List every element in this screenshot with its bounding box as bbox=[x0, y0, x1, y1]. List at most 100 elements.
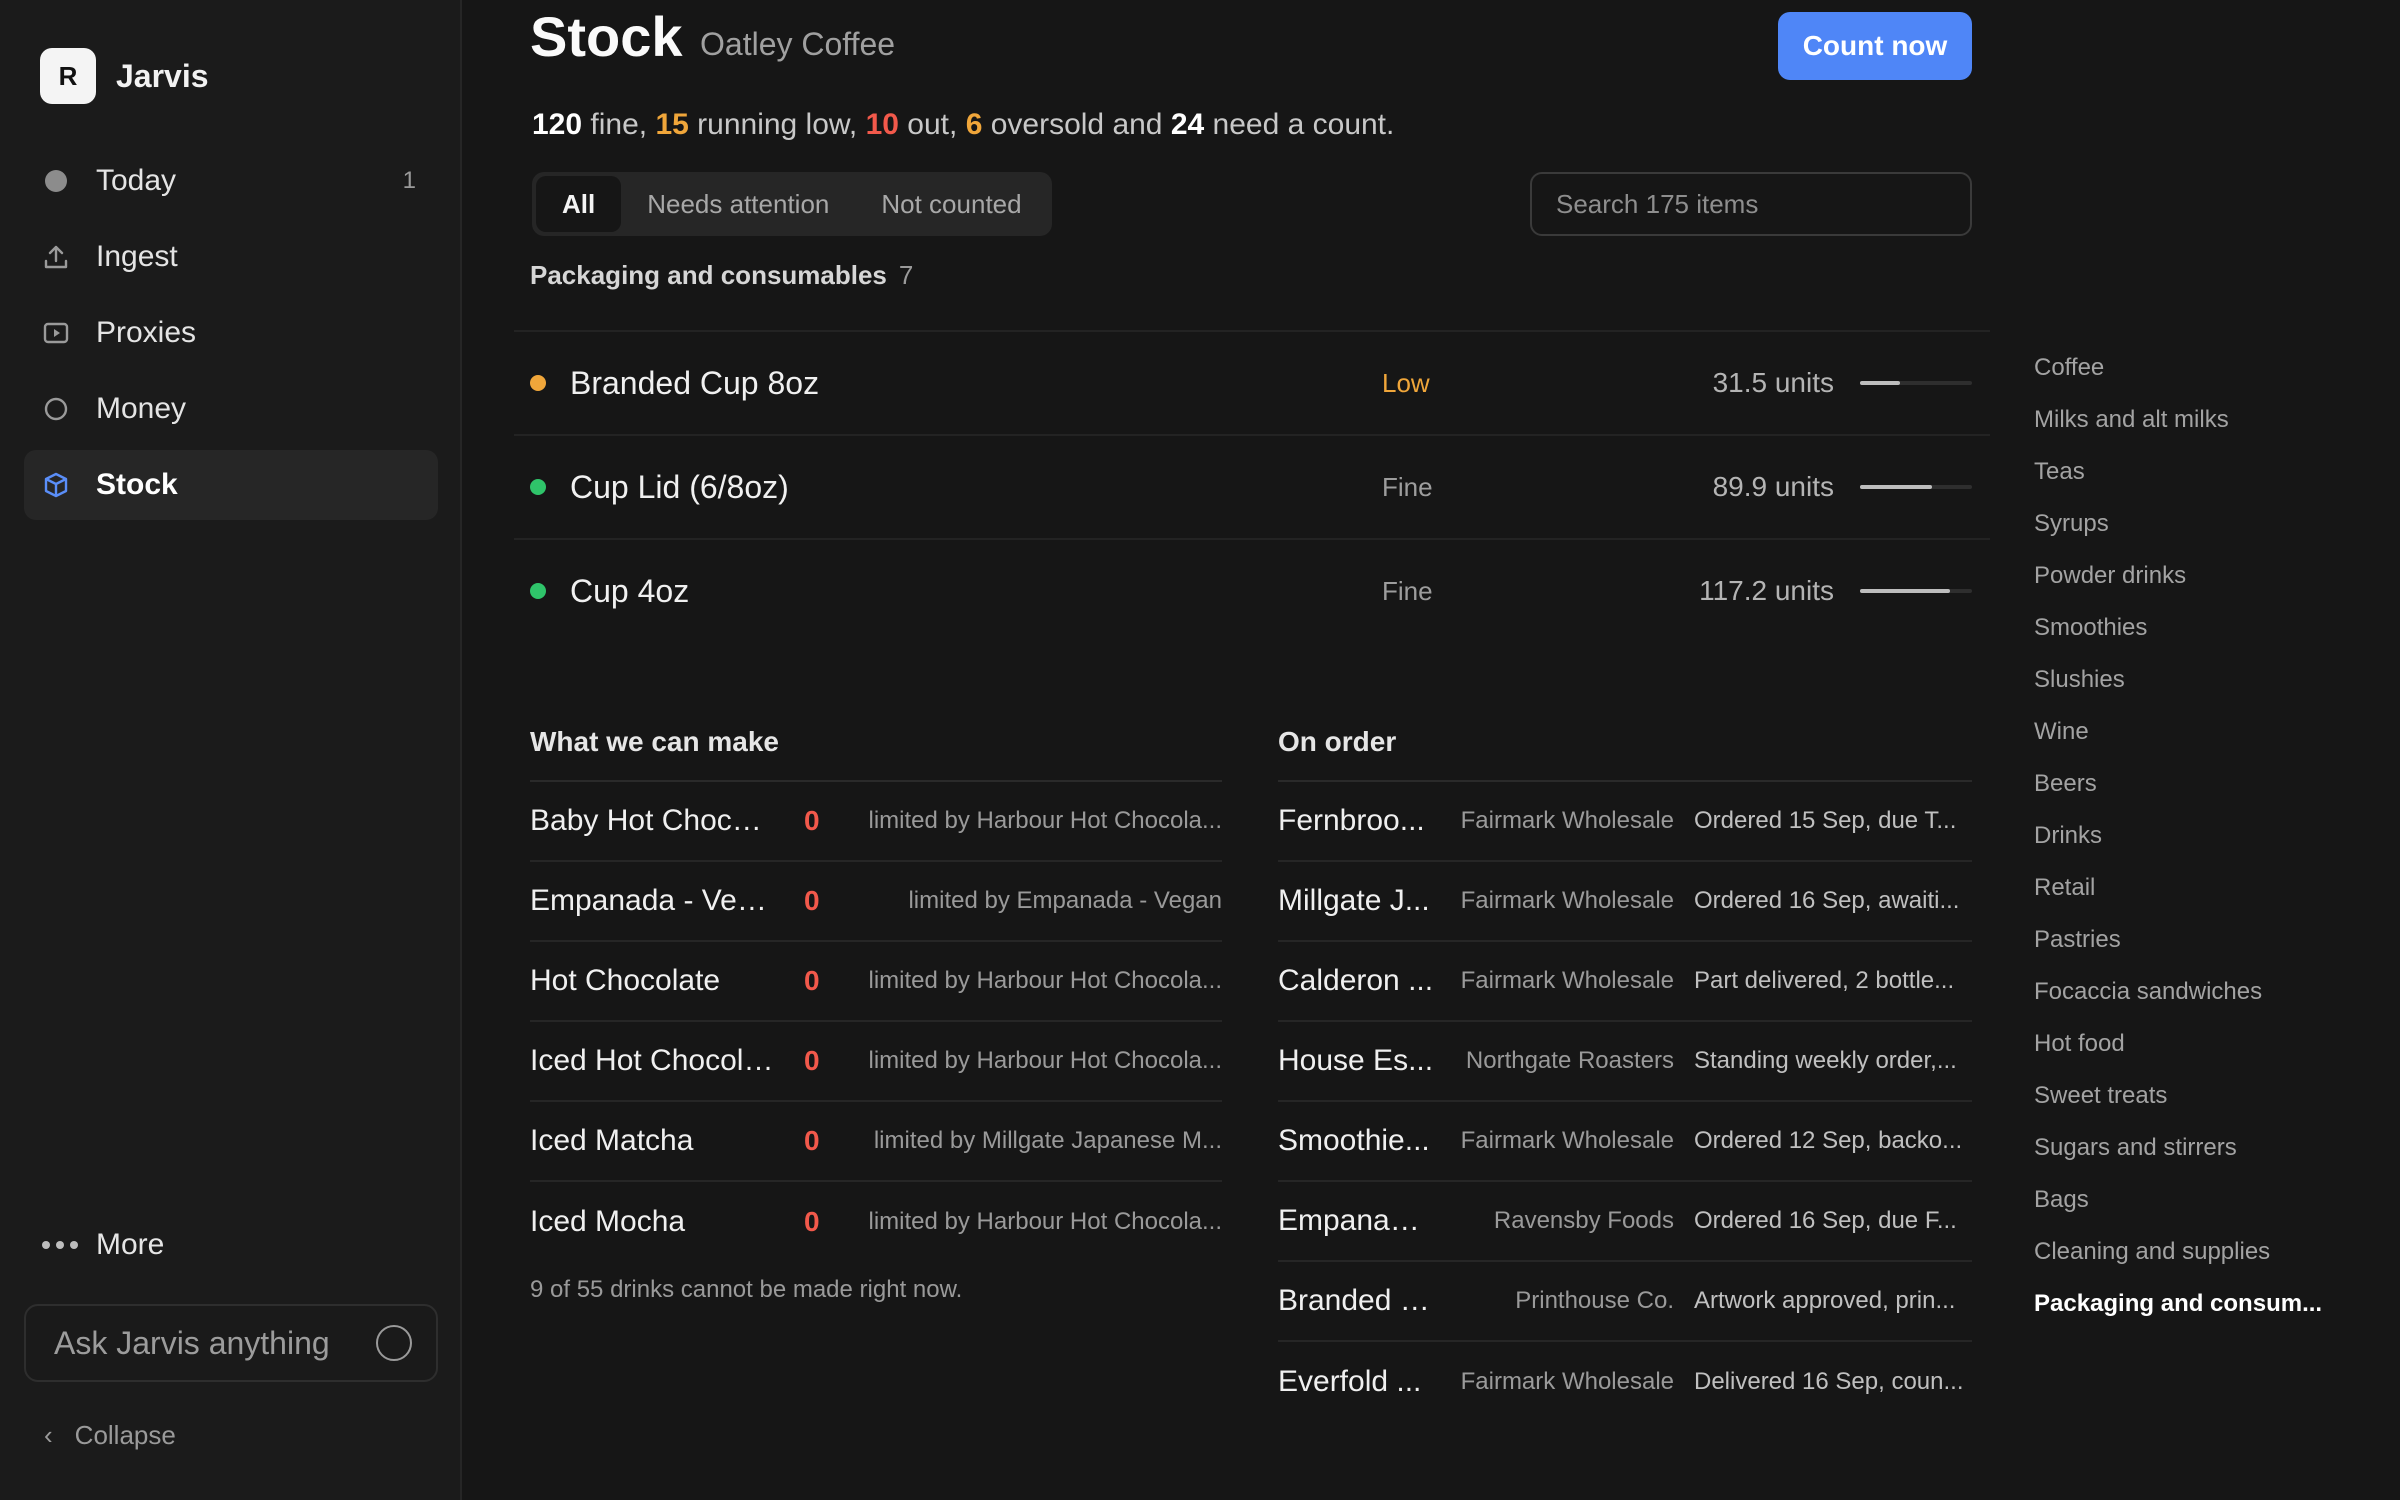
drink-limit: limited by Millgate Japanese M... bbox=[873, 1127, 1222, 1154]
list-item[interactable]: Empanada - ... Ravensby Foods Ordered 16 S… bbox=[1278, 1182, 1972, 1262]
search-input[interactable] bbox=[1530, 172, 1972, 236]
group-title: Packaging and consumables bbox=[530, 260, 887, 290]
list-item[interactable]: Calderon ... Fairmark Wholesale Part deliv… bbox=[1278, 942, 1972, 1022]
category-nav: Coffee Milks and alt milks Teas Syrups P… bbox=[2034, 342, 2374, 1330]
brand[interactable]: R Jarvis bbox=[40, 48, 209, 104]
low-count: 15 bbox=[655, 108, 689, 141]
drink-limit: limited by Empanada - Vegan bbox=[908, 887, 1222, 914]
category-link[interactable]: Drinks bbox=[2034, 810, 2374, 862]
category-label: Slushies bbox=[2034, 666, 2125, 693]
category-link-active[interactable]: Packaging and consum... bbox=[2034, 1278, 2374, 1330]
category-link[interactable]: Milks and alt milks bbox=[2034, 394, 2374, 446]
category-link[interactable]: Syrups bbox=[2034, 498, 2374, 550]
list-item[interactable]: Millgate J... Fairmark Wholesale Ordered 1… bbox=[1278, 862, 1972, 942]
sidebar-item-label: Today bbox=[96, 164, 177, 197]
list-item[interactable]: Fernbroo... Fairmark Wholesale Ordered 15 … bbox=[1278, 782, 1972, 862]
list-item[interactable]: Hot Chocolate 0 limited by Harbour Hot Cho… bbox=[530, 942, 1222, 1022]
group-heading: Packaging and consumables 7 bbox=[530, 260, 913, 291]
list-item[interactable]: Iced Mocha 0 limited by Harbour Hot Chocol… bbox=[530, 1182, 1222, 1262]
category-link[interactable]: Cleaning and supplies bbox=[2034, 1226, 2374, 1278]
stock-row[interactable]: Cup Lid (6/8oz) Fine 89.9 units bbox=[514, 434, 1990, 538]
category-link[interactable]: Sweet treats bbox=[2034, 1070, 2374, 1122]
category-label: Sweet treats bbox=[2034, 1082, 2168, 1109]
order-supplier: Fairmark Wholesale bbox=[1460, 1368, 1674, 1395]
list-item[interactable]: Smoothie... Fairmark Wholesale Ordered 12 … bbox=[1278, 1102, 1972, 1182]
drink-limit: limited by Harbour Hot Chocola... bbox=[868, 807, 1222, 834]
stock-row[interactable]: Branded Cup 8oz Low 31.5 units bbox=[514, 330, 1990, 434]
stock-level-fill bbox=[1860, 485, 1932, 489]
item-status: Fine bbox=[1382, 471, 1433, 502]
item-quantity: 117.2 units bbox=[1699, 575, 1834, 606]
sidebar-item-ingest[interactable]: Ingest bbox=[24, 222, 438, 292]
brand-logo: R bbox=[40, 48, 96, 104]
category-link[interactable]: Smoothies bbox=[2034, 602, 2374, 654]
item-name: Cup Lid (6/8oz) bbox=[570, 468, 789, 505]
ask-jarvis-input[interactable]: Ask Jarvis anything bbox=[24, 1304, 438, 1382]
category-label: Beers bbox=[2034, 770, 2097, 797]
status-dot bbox=[530, 375, 546, 391]
page-title: Stock bbox=[530, 5, 683, 68]
needcount-count: 24 bbox=[1170, 108, 1205, 141]
tab-all[interactable]: All bbox=[536, 176, 622, 232]
stock-row[interactable]: Cup 4oz Fine 117.2 units bbox=[514, 538, 1990, 642]
category-link[interactable]: Focaccia sandwiches bbox=[2034, 966, 2374, 1018]
page-subtitle: Oatley Coffee bbox=[700, 26, 896, 62]
category-link[interactable]: Retail bbox=[2034, 862, 2374, 914]
sidebar-item-label: Stock bbox=[96, 468, 178, 501]
sidebar-item-stock[interactable]: Stock bbox=[24, 450, 438, 520]
category-link[interactable]: Pastries bbox=[2034, 914, 2374, 966]
order-supplier: Fairmark Wholesale bbox=[1460, 807, 1674, 834]
item-status: Fine bbox=[1382, 575, 1433, 606]
collapse-button[interactable]: ‹ Collapse bbox=[44, 1420, 176, 1451]
category-label: Powder drinks bbox=[2034, 562, 2187, 589]
category-label: Pastries bbox=[2034, 926, 2121, 953]
category-link[interactable]: Coffee bbox=[2034, 342, 2374, 394]
order-item-name: Branded Cup ... bbox=[1278, 1284, 1434, 1317]
count-now-button[interactable]: Count now bbox=[1778, 12, 1972, 80]
category-link[interactable]: Beers bbox=[2034, 758, 2374, 810]
tab-not-counted[interactable]: Not counted bbox=[855, 176, 1047, 232]
sidebar-item-today[interactable]: Today 1 bbox=[24, 146, 438, 216]
stock-list: Branded Cup 8oz Low 31.5 units Cup Lid (… bbox=[514, 330, 1990, 642]
drink-name: Empanada - Vegan bbox=[530, 884, 778, 917]
category-label: Cleaning and supplies bbox=[2034, 1238, 2271, 1265]
list-item[interactable]: House Es... Northgate Roasters Standing we… bbox=[1278, 1022, 1972, 1102]
order-status: Ordered 16 Sep, awaiti... bbox=[1694, 887, 1960, 914]
category-link[interactable]: Powder drinks bbox=[2034, 550, 2374, 602]
play-box-icon bbox=[42, 319, 70, 347]
list-item[interactable]: Branded Cup ... Printhouse Co. Artwork app… bbox=[1278, 1262, 1972, 1342]
oversold-count: 6 bbox=[965, 108, 983, 141]
list-item[interactable]: Iced Matcha 0 limited by Millgate Japanese… bbox=[530, 1102, 1222, 1182]
order-status: Ordered 16 Sep, due F... bbox=[1694, 1207, 1957, 1234]
status-dot bbox=[530, 479, 546, 495]
order-supplier: Northgate Roasters bbox=[1465, 1047, 1674, 1074]
list-item[interactable]: Empanada - Vegan 0 limited by Empanada - V… bbox=[530, 862, 1222, 942]
list-item[interactable]: Baby Hot Chocol... 0 limited by Harbour Ho… bbox=[530, 782, 1222, 862]
drink-name: Iced Matcha bbox=[530, 1124, 694, 1157]
item-quantity: 31.5 units bbox=[1712, 367, 1834, 398]
category-link[interactable]: Sugars and stirrers bbox=[2034, 1122, 2374, 1174]
category-label: Hot food bbox=[2034, 1030, 2125, 1057]
list-item[interactable]: Iced Hot Chocolate 0 limited by Harbour Ho… bbox=[530, 1022, 1222, 1102]
sidebar-nav: Today 1 Ingest Proxies Money Stock bbox=[24, 146, 438, 526]
filter-tabs: All Needs attention Not counted bbox=[532, 172, 1052, 236]
circle-filled-icon bbox=[42, 167, 70, 195]
stock-level-fill bbox=[1860, 381, 1901, 385]
category-link[interactable]: Teas bbox=[2034, 446, 2374, 498]
voice-circle-icon[interactable] bbox=[376, 1325, 412, 1361]
order-supplier: Printhouse Co. bbox=[1515, 1287, 1674, 1314]
category-label: Smoothies bbox=[2034, 614, 2148, 641]
category-link[interactable]: Wine bbox=[2034, 706, 2374, 758]
sidebar-item-proxies[interactable]: Proxies bbox=[24, 298, 438, 368]
more-button[interactable]: More bbox=[42, 1228, 164, 1262]
category-link[interactable]: Hot food bbox=[2034, 1018, 2374, 1070]
tab-needs-attention[interactable]: Needs attention bbox=[621, 176, 855, 232]
category-link[interactable]: Bags bbox=[2034, 1174, 2374, 1226]
out-label: out, bbox=[898, 108, 966, 141]
order-item-name: Fernbroo... bbox=[1278, 804, 1425, 837]
group-count: 7 bbox=[898, 260, 914, 290]
sidebar-item-money[interactable]: Money bbox=[24, 374, 438, 444]
category-link[interactable]: Slushies bbox=[2034, 654, 2374, 706]
drink-name: Iced Mocha bbox=[530, 1205, 686, 1238]
list-item[interactable]: Everfold ... Fairmark Wholesale Delivered … bbox=[1278, 1342, 1972, 1422]
